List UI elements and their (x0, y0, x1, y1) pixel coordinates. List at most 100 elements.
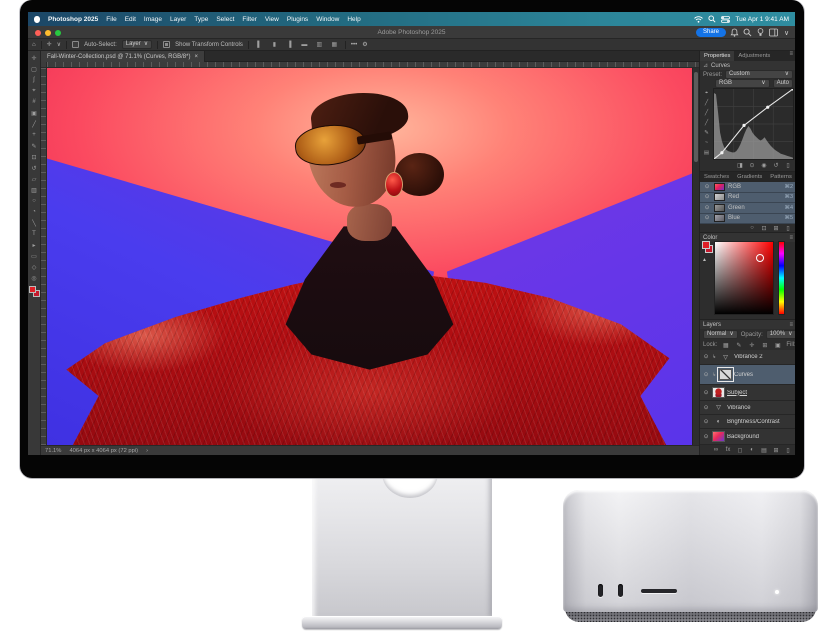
layer-row-subject[interactable]: ⊙ Subject (700, 385, 795, 401)
eye-icon[interactable]: ⊙ (703, 215, 711, 221)
layer-row-vibrance[interactable]: ⊙ ▽ Vibrance (700, 401, 795, 415)
channel-row-red[interactable]: ⊙ Red ⌘3 (700, 193, 795, 204)
load-selection-icon[interactable]: ○ (748, 224, 756, 232)
clone-stamp-tool[interactable]: ⊡ (29, 152, 40, 162)
layer-name[interactable]: Background (727, 434, 759, 440)
search-icon[interactable] (708, 15, 716, 23)
show-transform-checkbox[interactable] (163, 41, 170, 48)
menu-file[interactable]: File (106, 16, 116, 23)
layer-name[interactable]: Vibrance (727, 405, 751, 411)
curves-editor[interactable] (713, 88, 794, 160)
delete-adjustment-icon[interactable]: ▯ (784, 161, 792, 169)
sample-black-eyedropper-icon[interactable]: ╱ (702, 99, 711, 107)
workspace-chevron-icon[interactable]: ∨ (782, 28, 791, 37)
eyedropper-tool[interactable]: ╱ (29, 119, 40, 129)
hue-slider[interactable] (778, 241, 785, 315)
history-brush-tool[interactable]: ↺ (29, 163, 40, 173)
lock-transparency-icon[interactable]: ▦ (720, 340, 731, 350)
color-picker-ring[interactable] (756, 254, 764, 262)
layer-row-background[interactable]: ⊙ Background (700, 429, 795, 445)
path-selection-tool[interactable]: ▸ (29, 240, 40, 250)
eye-icon[interactable]: ⊙ (702, 405, 710, 411)
menu-filter[interactable]: Filter (242, 16, 256, 23)
eye-icon[interactable]: ⊙ (703, 205, 711, 211)
type-tool[interactable]: T (29, 229, 40, 239)
eye-icon[interactable]: ⊙ (702, 434, 710, 440)
gamut-warning-icon[interactable]: ▲ (702, 257, 709, 263)
wifi-icon[interactable] (694, 16, 703, 23)
channel-dropdown[interactable]: RGB∨ (715, 79, 770, 88)
channel-row-rgb[interactable]: ⊙ RGB ⌘2 (700, 182, 795, 193)
foreground-color-swatch[interactable] (702, 241, 710, 249)
blur-tool[interactable]: ○ (29, 196, 40, 206)
smooth-curve-icon[interactable]: ~ (702, 139, 711, 147)
lock-pixels-icon[interactable]: ✎ (733, 340, 744, 350)
tab-swatches[interactable]: Swatches (700, 172, 733, 182)
reset-icon[interactable]: ↺ (772, 161, 780, 169)
blend-mode-dropdown[interactable]: Normal∨ (703, 330, 738, 339)
panel-menu-icon[interactable]: ≡ (789, 235, 793, 241)
document-tab[interactable]: Fall-Winter-Collection.psd @ 71.1% (Curv… (41, 51, 205, 62)
tab-adjustments[interactable]: Adjustments (734, 51, 774, 61)
align-left-icon[interactable]: ▌ (254, 40, 265, 50)
layer-name[interactable]: Vibrance 2 (734, 354, 763, 360)
curves-layer-thumbnail[interactable] (719, 369, 732, 380)
edit-points-icon[interactable]: ▤ (702, 149, 711, 157)
tab-patterns[interactable]: Patterns (766, 172, 795, 182)
healing-brush-tool[interactable]: + (29, 130, 40, 140)
zoom-tool[interactable]: ◎ (29, 273, 40, 283)
menu-layer[interactable]: Layer (170, 16, 186, 23)
menu-type[interactable]: Type (194, 16, 208, 23)
targeted-adjustment-icon[interactable]: ⌖ (702, 89, 711, 97)
preset-dropdown[interactable]: Custom∨ (725, 70, 793, 79)
zoom-level[interactable]: 71.1% (45, 448, 61, 454)
menu-select[interactable]: Select (216, 16, 234, 23)
auto-select-dropdown[interactable]: Layer∨ (122, 40, 152, 49)
opacity-dropdown[interactable]: 100%∨ (766, 330, 795, 339)
layer-row-brightness-contrast[interactable]: ⊙ ◐ Brightness/Contrast (700, 415, 795, 429)
dodge-tool[interactable]: ◔ (29, 207, 40, 217)
tab-properties[interactable]: Properties (700, 51, 734, 61)
auto-select-checkbox[interactable] (72, 41, 79, 48)
control-center-icon[interactable] (721, 16, 730, 23)
menu-image[interactable]: Image (144, 16, 162, 23)
object-selection-tool[interactable]: ⌖ (29, 86, 40, 96)
adjustment-layer-icon[interactable]: ◐ (748, 446, 756, 454)
share-button[interactable]: Share (696, 28, 726, 37)
move-tool-icon[interactable]: ✛ (47, 41, 52, 48)
brush-tool[interactable]: ✎ (29, 141, 40, 151)
visibility-icon[interactable]: ⊙ (748, 161, 756, 169)
vertical-scrollbar[interactable] (692, 68, 699, 445)
eraser-tool[interactable]: ▱ (29, 174, 40, 184)
menu-plugins[interactable]: Plugins (287, 16, 308, 23)
eye-icon[interactable]: ⊙ (702, 419, 710, 425)
align-options-icon[interactable]: ▦ (329, 40, 340, 50)
search-workspace-icon[interactable] (743, 28, 752, 37)
save-selection-icon[interactable]: ⊡ (760, 224, 768, 232)
pen-tool[interactable]: ╲ (29, 218, 40, 228)
delete-layer-icon[interactable]: ▯ (784, 446, 792, 454)
layer-row-vibrance-2[interactable]: ⊙ ↳ ▽ Vibrance 2 (700, 350, 795, 365)
eye-icon[interactable]: ⊙ (703, 184, 711, 190)
menu-bar-clock[interactable]: Tue Apr 1 9:41 AM (735, 16, 789, 23)
auto-button[interactable]: Auto (773, 79, 793, 88)
discover-lightbulb-icon[interactable] (756, 28, 765, 37)
align-right-icon[interactable]: ▐ (284, 40, 295, 50)
panel-menu-icon[interactable]: ≡ (789, 51, 795, 61)
frame-tool[interactable]: ▣ (29, 108, 40, 118)
channel-row-green[interactable]: ⊙ Green ⌘4 (700, 203, 795, 214)
notifications-bell-icon[interactable] (730, 28, 739, 37)
sample-gray-eyedropper-icon[interactable]: ╱ (702, 109, 711, 117)
crop-tool[interactable]: # (29, 97, 40, 107)
apple-logo-icon[interactable] (34, 16, 40, 23)
layer-mask-icon[interactable]: ◻ (736, 446, 744, 454)
eye-icon[interactable]: ⊙ (703, 194, 711, 200)
scrollbar-thumb[interactable] (694, 72, 698, 162)
more-options-icon[interactable]: ••• (351, 42, 357, 48)
status-arrow-icon[interactable]: › (146, 448, 148, 454)
marquee-tool[interactable]: ▢ (29, 64, 40, 74)
home-icon[interactable]: ⌂ (32, 42, 36, 48)
link-layers-icon[interactable]: ∞ (712, 446, 720, 454)
background-layer-thumbnail[interactable] (712, 431, 725, 442)
subject-layer-thumbnail[interactable] (712, 387, 725, 398)
